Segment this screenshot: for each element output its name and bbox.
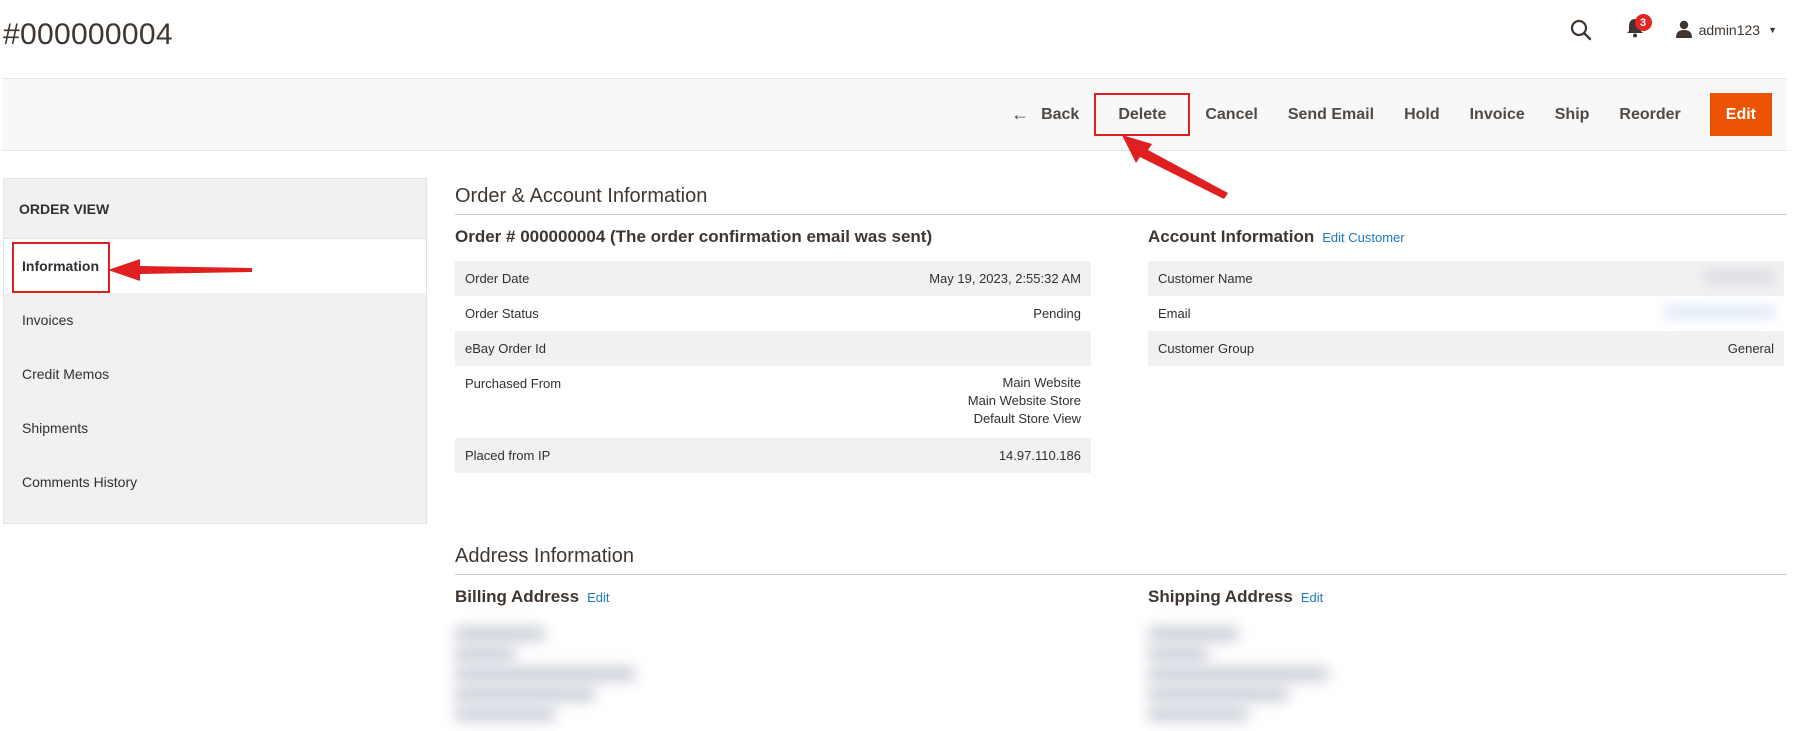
tab-label: Shipments — [22, 420, 89, 436]
caret-down-icon: ▼ — [1768, 25, 1777, 35]
table-row: Email — [1148, 296, 1784, 331]
reorder-button[interactable]: Reorder — [1604, 93, 1695, 136]
row-label: Email — [1158, 306, 1191, 321]
notification-count-badge: 3 — [1634, 14, 1652, 31]
order-information-block: Order # 000000004 (The order confirmatio… — [455, 227, 1091, 473]
page-actions-bar: ← Back Delete Cancel Send Email Hold Inv… — [3, 78, 1787, 151]
row-label: Order Status — [465, 306, 539, 321]
tab-label: Credit Memos — [22, 366, 110, 382]
sidebar-title: ORDER VIEW — [4, 179, 426, 239]
row-value: Main Website Main Website Store Default … — [711, 366, 1091, 438]
row-label: Placed from IP — [465, 448, 551, 463]
table-row: Placed from IP 14.97.110.186 — [455, 438, 1091, 473]
user-account-menu[interactable]: admin123 ▼ — [1675, 20, 1777, 41]
address-section: Address Information Billing Address Edit… — [455, 545, 1787, 721]
blurred-value — [1664, 306, 1774, 318]
shipping-title-wrap: Shipping Address Edit — [1148, 587, 1784, 607]
order-account-section: Order & Account Information Order # 0000… — [455, 185, 1787, 473]
row-label: Order Date — [465, 271, 530, 286]
send-email-button[interactable]: Send Email — [1273, 93, 1389, 136]
shipping-edit-link[interactable]: Edit — [1301, 590, 1323, 605]
row-label: Customer Group — [1158, 341, 1255, 356]
ship-button[interactable]: Ship — [1540, 93, 1605, 136]
section-title: Address Information — [455, 545, 1787, 575]
value-line: Default Store View — [973, 411, 1081, 426]
search-icon[interactable] — [1569, 18, 1593, 42]
billing-edit-link[interactable]: Edit — [587, 590, 609, 605]
row-label: Purchased From — [465, 376, 562, 391]
user-icon — [1675, 20, 1693, 41]
tab-credit-memos[interactable]: Credit Memos — [4, 347, 426, 401]
row-value — [1448, 296, 1784, 331]
tab-label: Information — [22, 258, 99, 274]
row-value: Pending — [1033, 306, 1081, 321]
blurred-address — [1148, 627, 1328, 721]
tab-comments-history[interactable]: Comments History — [4, 455, 426, 509]
shipping-address-block: Shipping Address Edit — [1148, 587, 1784, 721]
section-title: Order & Account Information — [455, 185, 1787, 215]
table-row: Customer Group General — [1148, 331, 1784, 366]
hold-button[interactable]: Hold — [1389, 93, 1455, 136]
tab-invoices[interactable]: Invoices — [4, 293, 426, 347]
back-label: Back — [1041, 105, 1080, 123]
table-row: eBay Order Id — [455, 331, 1091, 366]
order-title: Order # 000000004 (The order confirmatio… — [455, 227, 933, 246]
edit-button[interactable]: Edit — [1709, 93, 1772, 136]
order-view-sidebar: ORDER VIEW Information Invoices Credit M… — [3, 178, 427, 524]
invoice-button[interactable]: Invoice — [1455, 93, 1540, 136]
value-line: Main Website — [1002, 375, 1081, 390]
table-row: Order Status Pending — [455, 296, 1091, 331]
tab-information[interactable]: Information — [4, 239, 426, 293]
page-title: #000000004 — [3, 18, 173, 51]
billing-title: Billing Address — [455, 587, 580, 606]
account-title-wrap: Account Information Edit Customer — [1148, 227, 1784, 247]
blurred-value — [1704, 271, 1774, 283]
delete-button[interactable]: Delete — [1094, 93, 1191, 136]
billing-address-block: Billing Address Edit — [455, 587, 1091, 721]
tab-label: Comments History — [22, 474, 138, 490]
arrow-left-icon: ← — [1011, 104, 1030, 124]
header-actions: 3 admin123 ▼ — [1569, 14, 1777, 42]
value-line: Main Website Store — [967, 393, 1081, 408]
table-row: Customer Name — [1148, 261, 1784, 296]
account-info-table: Customer Name Email Customer Group Gener… — [1148, 261, 1784, 366]
back-button[interactable]: ← Back — [1001, 93, 1094, 136]
user-name: admin123 — [1698, 22, 1761, 38]
order-info-table: Order Date May 19, 2023, 2:55:32 AM Orde… — [455, 261, 1091, 473]
shipping-title: Shipping Address — [1148, 587, 1293, 606]
table-row: Purchased From Main Website Main Website… — [455, 366, 1091, 438]
row-value: 14.97.110.186 — [998, 448, 1081, 463]
cancel-button[interactable]: Cancel — [1190, 93, 1272, 136]
row-value: General — [1727, 341, 1774, 356]
tab-label: Invoices — [22, 312, 74, 328]
edit-customer-link[interactable]: Edit Customer — [1322, 230, 1404, 245]
tab-shipments[interactable]: Shipments — [4, 401, 426, 455]
row-value: May 19, 2023, 2:55:32 AM — [929, 271, 1081, 286]
row-label: Customer Name — [1158, 271, 1253, 286]
row-value — [711, 331, 1091, 366]
account-title: Account Information — [1148, 227, 1315, 246]
blurred-address — [455, 627, 635, 721]
row-value — [1448, 261, 1784, 296]
billing-title-wrap: Billing Address Edit — [455, 587, 1091, 607]
notifications-button[interactable]: 3 — [1623, 14, 1652, 42]
table-row: Order Date May 19, 2023, 2:55:32 AM — [455, 261, 1091, 296]
row-label: eBay Order Id — [465, 341, 546, 356]
account-information-block: Account Information Edit Customer Custom… — [1148, 227, 1784, 473]
